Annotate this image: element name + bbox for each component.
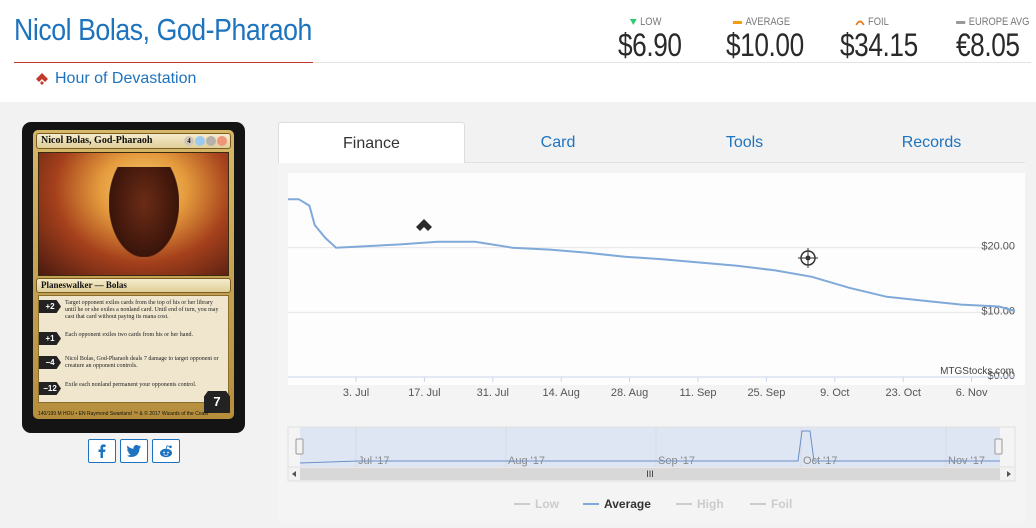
x-tick-label: 9. Oct	[820, 387, 849, 399]
price-low-value: $6.90	[618, 27, 682, 63]
navigator-left-handle	[295, 438, 304, 455]
legend-item: Average	[604, 497, 651, 511]
twitter-icon	[127, 445, 141, 457]
ability-text: Nicol Bolas, God-Pharaoh deals 7 damage …	[65, 356, 219, 369]
ability-text: Each opponent exiles two cards from his …	[65, 332, 193, 338]
legend-item: High	[697, 497, 724, 511]
page-header: Nicol Bolas, God-Pharaoh Hour of Devasta…	[0, 0, 1036, 102]
mana-blue-icon	[195, 136, 205, 146]
x-tick-label: 25. Sep	[747, 387, 785, 399]
tab-records[interactable]: Records	[838, 122, 1025, 163]
legend-item: Foil	[771, 497, 792, 511]
artist-name: Raymond Swanland	[87, 411, 132, 417]
x-tick-label: 28. Aug	[611, 387, 648, 399]
scrollbar-grip: III	[646, 469, 654, 479]
x-tick-label: 11. Sep	[679, 387, 716, 399]
x-tick-label: 31. Jul	[477, 387, 509, 399]
ability-cost: −12	[39, 382, 61, 395]
price-europe: EUROPE AVG €8.05	[956, 14, 1036, 63]
facebook-share-button[interactable]	[88, 439, 116, 463]
card-tabs: Finance Card Tools Records	[278, 122, 1025, 164]
europe-bar-icon	[956, 20, 966, 24]
x-tick-label: 23. Oct	[885, 387, 920, 399]
legend-item: Low	[535, 497, 560, 511]
price-europe-value: €8.05	[956, 27, 1020, 63]
ability-cost: +1	[39, 332, 61, 345]
price-average: AVERAGE $10.00	[726, 14, 821, 63]
twitter-share-button[interactable]	[120, 439, 148, 463]
tab-tools[interactable]: Tools	[651, 122, 838, 163]
card-image-name: Nicol Bolas, God-Pharaoh 4	[36, 133, 231, 149]
collector-number: 140/199 M	[38, 411, 62, 417]
reddit-share-button[interactable]	[152, 439, 180, 463]
down-triangle-icon	[629, 19, 637, 25]
card-image[interactable]: Nicol Bolas, God-Pharaoh 4 Planeswalker …	[22, 122, 245, 433]
facebook-icon	[98, 444, 106, 458]
plot-background	[288, 173, 1025, 385]
mana-cost: 4	[184, 136, 227, 146]
ability-row: −4 Nicol Bolas, God-Pharaoh deals 7 dama…	[39, 356, 223, 370]
reddit-icon	[160, 444, 172, 457]
loyalty-badge: 7	[204, 391, 230, 413]
price-average-value: $10.00	[726, 27, 804, 63]
set-name[interactable]: Hour of Devastation	[55, 70, 196, 88]
ability-text: Target opponent exiles cards from the to…	[65, 300, 219, 320]
mana-black-icon	[206, 136, 216, 146]
ability-row: +1 Each opponent exiles two cards from h…	[39, 332, 223, 345]
card-image-name-text: Nicol Bolas, God-Pharaoh	[41, 135, 153, 146]
x-tick-label: 17. Jul	[408, 387, 440, 399]
foil-arc-icon	[855, 20, 865, 26]
tab-card[interactable]: Card	[465, 122, 651, 163]
card-frame: Nicol Bolas, God-Pharaoh 4 Planeswalker …	[33, 130, 234, 419]
set-link[interactable]: Hour of Devastation	[34, 70, 196, 88]
x-tick-label: 6. Nov	[956, 387, 988, 399]
price-summary: LOW $6.90 AVERAGE $10.00 FOIL $34.15 EUR…	[0, 14, 1036, 64]
card-type-line: Planeswalker — Bolas	[36, 278, 231, 293]
x-tick-label: 14. Aug	[543, 387, 580, 399]
tab-finance[interactable]: Finance	[278, 122, 465, 164]
price-chart: $20.00 $10.00 $0.00 3. Jul 17. Jul 31. Jul 14.…	[278, 163, 1025, 523]
y-tick-label: $20.00	[981, 241, 1015, 253]
price-chart-svg: $20.00$10.00$0.003. Jul 17. Jul 31. Jul 14.…	[278, 163, 1025, 523]
navigator-right-handle	[994, 438, 1003, 455]
card-art	[38, 152, 229, 276]
mana-red-icon	[217, 136, 227, 146]
x-tick-label: 3. Jul	[343, 387, 369, 399]
dragon-art	[109, 167, 179, 257]
card-footer: 140/199 M HOU • EN Raymond Swanland ™ & …	[38, 411, 228, 417]
set-language: HOU • EN	[63, 411, 86, 417]
chart-watermark: MTGStocks.com	[940, 366, 1014, 377]
ability-cost: +2	[39, 300, 61, 313]
price-foil: FOIL $34.15	[840, 14, 935, 63]
ability-row: +2 Target opponent exiles cards from the…	[39, 300, 223, 321]
price-low: LOW $6.90	[618, 14, 696, 63]
hour-of-devastation-set-icon	[36, 73, 48, 85]
price-foil-value: $34.15	[840, 27, 918, 63]
copyright: ™ & © 2017 Wizards of the Coast	[133, 411, 209, 417]
ability-cost: −4	[39, 356, 61, 369]
ability-text: Exile each nonland permanent your oppone…	[65, 382, 197, 388]
average-bar-icon	[732, 20, 743, 24]
ability-row: −12 Exile each nonland permanent your op…	[39, 382, 223, 395]
card-text-box: +2 Target opponent exiles cards from the…	[38, 295, 229, 403]
mana-generic-icon: 4	[184, 136, 194, 146]
